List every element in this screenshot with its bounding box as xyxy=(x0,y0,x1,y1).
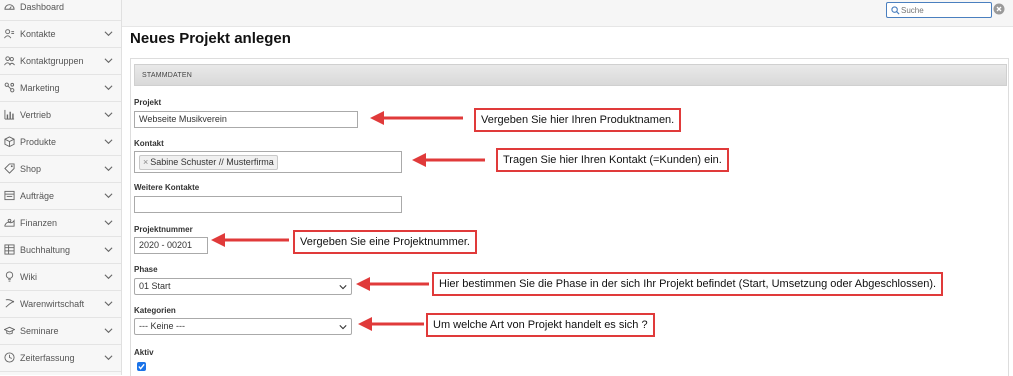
sidebar-item-label: Aufträge xyxy=(20,191,55,201)
sidebar-item-finanzen[interactable]: Finanzen xyxy=(0,210,121,237)
checkmark-icon xyxy=(138,363,145,370)
sidebar-item-wiki[interactable]: Wiki xyxy=(0,264,121,291)
sidebar-item-marketing[interactable]: Marketing xyxy=(0,75,121,102)
aktiv-label: Aktiv xyxy=(134,348,154,357)
sidebar-item-label: Vertrieb xyxy=(20,110,52,120)
contact-tag[interactable]: × Sabine Schuster // Musterfirma xyxy=(139,155,278,170)
inventory-icon xyxy=(5,299,15,308)
clock-icon xyxy=(4,352,15,363)
kategorien-label: Kategorien xyxy=(134,306,176,315)
contact-tag-label: Sabine Schuster // Musterfirma xyxy=(150,157,274,167)
chevron-down-icon[interactable] xyxy=(104,272,113,281)
chevron-down-icon[interactable] xyxy=(104,110,113,119)
weitere-kontakte-label: Weitere Kontakte xyxy=(134,183,200,192)
sidebar-item-label: Kontaktgruppen xyxy=(20,56,84,66)
annotation-arrow-5 xyxy=(358,317,424,331)
sidebar-item-label: Dashboard xyxy=(20,2,65,12)
chevron-down-icon[interactable] xyxy=(104,164,113,173)
chevron-down-icon[interactable] xyxy=(104,245,113,254)
contacts-icon xyxy=(4,29,15,39)
sidebar-item-label: Marketing xyxy=(20,83,60,93)
finance-icon xyxy=(4,218,15,227)
chevron-down-icon[interactable] xyxy=(104,218,113,227)
kategorien-selected-value: --- Keine --- xyxy=(139,321,186,331)
top-bar xyxy=(122,0,1013,27)
projektnummer-input[interactable]: 2020 - 00201 xyxy=(134,237,208,254)
sidebar-item-shop[interactable]: Shop xyxy=(0,156,121,183)
tag-icon xyxy=(4,163,15,174)
phase-select[interactable]: 01 Start xyxy=(134,278,352,295)
aktiv-checkbox[interactable] xyxy=(137,362,146,371)
box-icon xyxy=(4,136,15,147)
chevron-down-icon[interactable] xyxy=(104,29,113,38)
chevron-down-icon[interactable] xyxy=(104,353,113,362)
page-title: Neues Projekt anlegen xyxy=(130,30,291,47)
annotation-arrow-2 xyxy=(412,153,485,167)
chevron-down-icon xyxy=(339,285,347,290)
projektnummer-label: Projektnummer xyxy=(134,225,193,234)
sidebar-item-dashboard[interactable]: Dashboard xyxy=(0,0,121,21)
sidebar-item-kontaktgruppen[interactable]: Kontaktgruppen xyxy=(0,48,121,75)
sidebar-item-label: Warenwirtschaft xyxy=(20,299,85,309)
sidebar-item-seminare[interactable]: Seminare xyxy=(0,318,121,345)
annotation-callout-3: Vergeben Sie eine Projektnummer. xyxy=(293,230,477,254)
remove-tag-icon[interactable]: × xyxy=(143,157,148,167)
phase-selected-value: 01 Start xyxy=(139,281,171,291)
lightbulb-icon xyxy=(5,271,14,282)
sidebar-item-label: Finanzen xyxy=(20,218,58,228)
sidebar-item-vertrieb[interactable]: Vertrieb xyxy=(0,102,121,129)
orders-icon xyxy=(4,190,15,201)
sidebar-item-label: Seminare xyxy=(20,326,59,336)
sidebar-item-produkte[interactable]: Produkte xyxy=(0,129,121,156)
sidebar-item-label: Wiki xyxy=(20,272,37,282)
sidebar-item-label: Produkte xyxy=(20,137,57,147)
dashboard-icon xyxy=(4,4,15,10)
annotation-arrow-4 xyxy=(356,277,429,291)
chevron-down-icon[interactable] xyxy=(104,56,113,65)
projekt-input[interactable]: Webseite Musikverein xyxy=(134,111,358,128)
chevron-down-icon[interactable] xyxy=(104,83,113,92)
annotation-callout-4: Hier bestimmen Sie die Phase in der sich… xyxy=(432,272,944,296)
projekt-label: Projekt xyxy=(134,98,162,107)
sidebar-item-label: Buchhaltung xyxy=(20,245,71,255)
kontakt-label: Kontakt xyxy=(134,139,164,148)
graduation-cap-icon xyxy=(4,326,15,335)
sidebar: Dashboard Kontakte Kontaktgruppen Market… xyxy=(0,0,122,375)
search-icon xyxy=(891,6,900,15)
marketing-icon xyxy=(4,82,15,93)
search-input[interactable] xyxy=(901,3,989,17)
sidebar-item-warenwirtschaft[interactable]: Warenwirtschaft xyxy=(0,291,121,318)
chevron-down-icon[interactable] xyxy=(104,191,113,200)
sidebar-item-auftraege[interactable]: Aufträge xyxy=(0,183,121,210)
search-box[interactable] xyxy=(886,2,992,18)
clear-search-icon[interactable] xyxy=(993,3,1005,15)
chevron-down-icon[interactable] xyxy=(104,326,113,335)
sidebar-item-kontakte[interactable]: Kontakte xyxy=(0,21,121,48)
weitere-kontakte-input[interactable] xyxy=(134,196,402,213)
chevron-down-icon[interactable] xyxy=(104,137,113,146)
section-header: STAMMDATEN xyxy=(134,64,1007,86)
section-title: STAMMDATEN xyxy=(142,72,192,79)
sidebar-item-label: Kontakte xyxy=(20,29,56,39)
annotation-arrow-3 xyxy=(211,233,289,247)
sidebar-item-label: Zeiterfassung xyxy=(20,353,75,363)
sidebar-item-buchhaltung[interactable]: Buchhaltung xyxy=(0,237,121,264)
ledger-icon xyxy=(4,244,15,255)
annotation-arrow-1 xyxy=(370,111,463,125)
kategorien-select[interactable]: --- Keine --- xyxy=(134,318,352,335)
phase-label: Phase xyxy=(134,265,158,274)
sidebar-item-zeiterfassung[interactable]: Zeiterfassung xyxy=(0,345,121,372)
annotation-callout-1: Vergeben Sie hier Ihren Produktnamen. xyxy=(474,108,682,132)
kontakt-input[interactable]: × Sabine Schuster // Musterfirma xyxy=(134,151,402,173)
chevron-down-icon[interactable] xyxy=(104,299,113,308)
contact-groups-icon xyxy=(4,56,15,66)
annotation-callout-2: Tragen Sie hier Ihren Kontakt (=Kunden) … xyxy=(496,148,729,172)
sidebar-item-label: Shop xyxy=(20,164,42,174)
sales-chart-icon xyxy=(4,109,15,120)
annotation-callout-5: Um welche Art von Projekt handelt es sic… xyxy=(426,313,655,337)
chevron-down-icon xyxy=(339,325,347,330)
